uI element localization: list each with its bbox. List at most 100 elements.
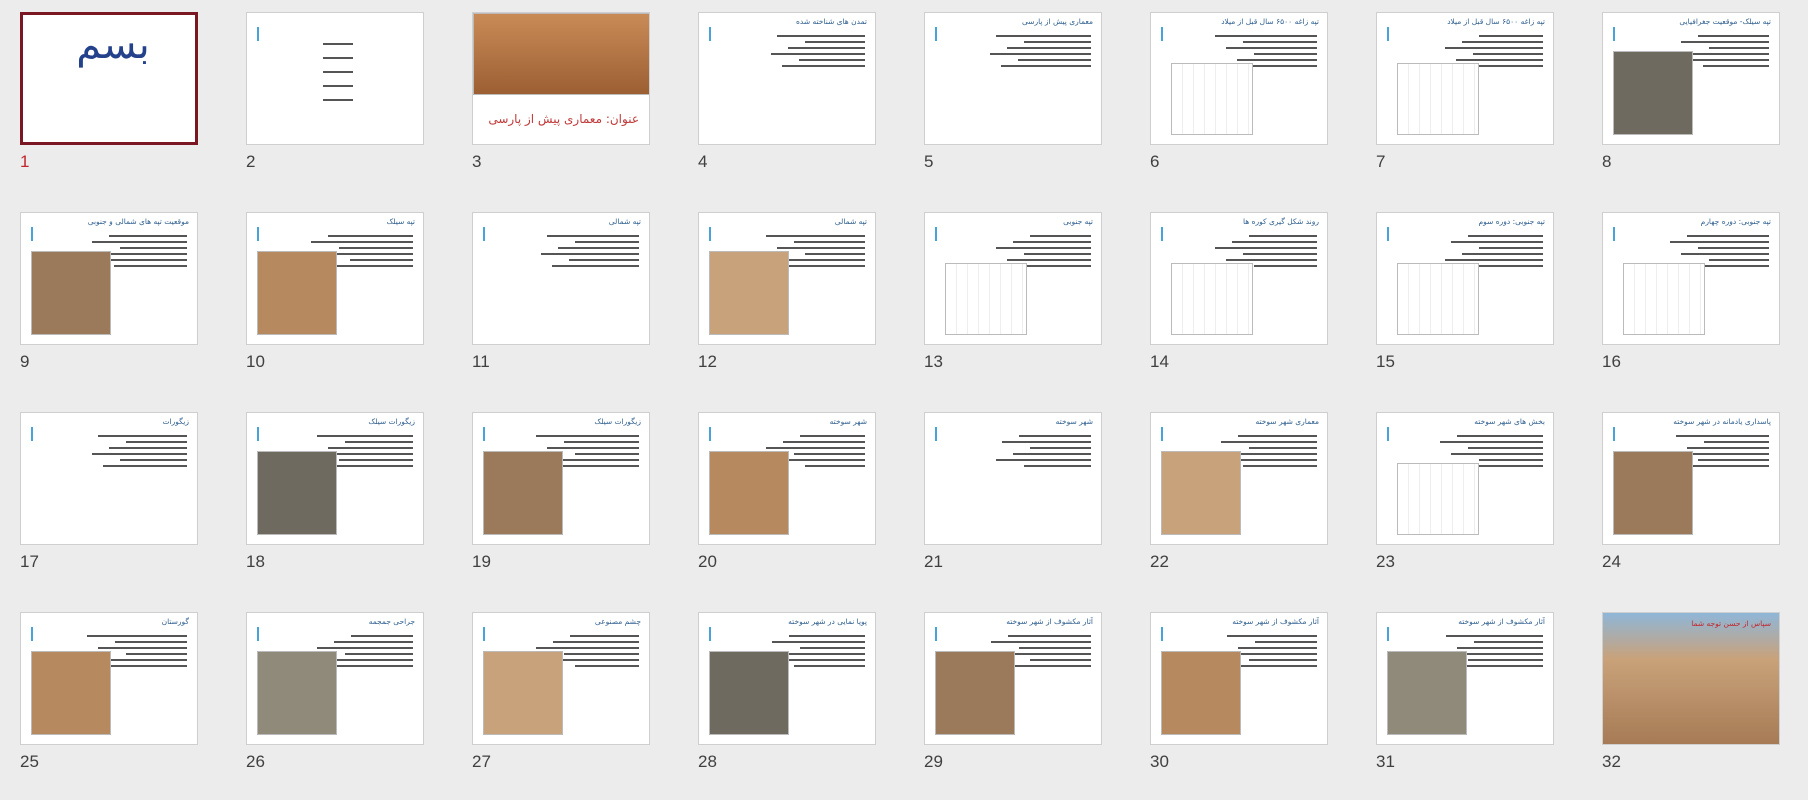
slide-thumbnail-27[interactable]: چشم مصنوعی 27 (452, 600, 672, 800)
slide-thumbnail-22[interactable]: معماری شهر سوخته 22 (1130, 400, 1350, 600)
slide-preview[interactable]: بسم (20, 12, 198, 145)
body-text-lines (1207, 231, 1317, 267)
slide-number: 3 (472, 152, 482, 171)
slide-diagram (1171, 263, 1253, 335)
slide-thumbnail-26[interactable]: جراحی جمجمه 26 (226, 600, 446, 800)
slide-thumbnail-28[interactable]: پویا نمایی در شهر سوخته 28 (678, 600, 898, 800)
slide-preview[interactable]: تپه جنوبی (924, 212, 1102, 345)
slide-thumbnail-3[interactable]: عنوان: معماری پیش از پارسی 3 (452, 0, 672, 200)
slide-title: آثار مکشوف از شهر سوخته (1232, 617, 1319, 626)
slide-number: 29 (924, 752, 943, 771)
body-text-lines (1207, 31, 1317, 67)
slide-title: سپاس از حسن توجه شما (1691, 619, 1771, 628)
slide-number: 23 (1376, 552, 1395, 571)
body-text-lines (1433, 231, 1543, 267)
accent-bar (1161, 627, 1163, 641)
slide-preview[interactable] (246, 12, 424, 145)
slide-number: 14 (1150, 352, 1169, 371)
slide-thumbnail-17[interactable]: زیگورات 17 (0, 400, 220, 600)
slide-preview[interactable]: سپاس از حسن توجه شما (1602, 612, 1780, 745)
slide-preview[interactable]: عنوان: معماری پیش از پارسی (472, 12, 650, 145)
slide-thumbnail-4[interactable]: تمدن های شناخته شده 4 (678, 0, 898, 200)
slide-thumbnail-9[interactable]: موقعیت تپه های شمالی و جنوبی 9 (0, 200, 220, 400)
slide-thumbnail-5[interactable]: معماری پیش از پارسی 5 (904, 0, 1124, 200)
slide-title: تپه شمالی (608, 217, 641, 226)
slide-number: 20 (698, 552, 717, 571)
slide-photo (709, 451, 789, 535)
slide-preview[interactable]: زیگورات (20, 412, 198, 545)
slide-title: زیگورات سیلک (368, 417, 415, 426)
slide-thumbnail-32[interactable]: سپاس از حسن توجه شما 32 (1582, 600, 1802, 800)
slide-thumbnail-31[interactable]: آثار مکشوف از شهر سوخته 31 (1356, 600, 1576, 800)
slide-thumbnail-10[interactable]: تپه سیلک 10 (226, 200, 446, 400)
slide-preview[interactable]: پاسداری یادمانه در شهر سوخته (1602, 412, 1780, 545)
calligraphy-image: بسم (76, 22, 150, 68)
slide-preview[interactable]: زیگورات سیلک (472, 412, 650, 545)
slide-thumbnail-16[interactable]: تپه جنوبی: دوره چهارم 16 (1582, 200, 1802, 400)
slide-thumbnail-25[interactable]: گورستان 25 (0, 600, 220, 800)
slide-photo (483, 451, 563, 535)
accent-bar (1613, 427, 1615, 441)
slide-preview[interactable]: جراحی جمجمه (246, 612, 424, 745)
slide-title: آثار مکشوف از شهر سوخته (1458, 617, 1545, 626)
slide-preview[interactable]: شهر سوخته (698, 412, 876, 545)
slide-title: معماری شهر سوخته (1255, 417, 1319, 426)
slide-preview[interactable]: تپه زاغه ۶۵۰۰ سال قبل از میلاد (1376, 12, 1554, 145)
slide-preview[interactable]: بخش های شهر سوخته (1376, 412, 1554, 545)
slide-thumbnail-7[interactable]: تپه زاغه ۶۵۰۰ سال قبل از میلاد 7 (1356, 0, 1576, 200)
slide-thumbnail-21[interactable]: شهر سوخته 21 (904, 400, 1124, 600)
slide-title: تپه زاغه ۶۵۰۰ سال قبل از میلاد (1221, 17, 1319, 26)
slide-preview[interactable]: تپه سیلک- موقعیت جغرافیایی (1602, 12, 1780, 145)
slide-title: جراحی جمجمه (368, 617, 415, 626)
slide-preview[interactable]: تپه جنوبی: دوره سوم (1376, 212, 1554, 345)
slide-diagram (1623, 263, 1705, 335)
slide-thumbnail-15[interactable]: تپه جنوبی: دوره سوم 15 (1356, 200, 1576, 400)
slide-thumbnail-1[interactable]: بسم 1 (0, 0, 220, 200)
accent-bar (257, 627, 259, 641)
slide-preview[interactable]: گورستان (20, 612, 198, 745)
slide-preview[interactable]: تپه شمالی (698, 212, 876, 345)
slide-title: گورستان (161, 617, 189, 626)
slide-thumbnail-11[interactable]: تپه شمالی 11 (452, 200, 672, 400)
slide-thumbnail-19[interactable]: زیگورات سیلک 19 (452, 400, 672, 600)
slide-preview[interactable]: تپه شمالی (472, 212, 650, 345)
slide-preview[interactable]: تمدن های شناخته شده (698, 12, 876, 145)
slide-title: شهر سوخته (829, 417, 867, 426)
slide-thumbnail-29[interactable]: آثار مکشوف از شهر سوخته 29 (904, 600, 1124, 800)
slide-preview[interactable]: موقعیت تپه های شمالی و جنوبی (20, 212, 198, 345)
slide-thumbnail-12[interactable]: تپه شمالی 12 (678, 200, 898, 400)
accent-bar (483, 627, 485, 641)
slide-preview[interactable]: تپه جنوبی: دوره چهارم (1602, 212, 1780, 345)
body-text-lines (981, 231, 1091, 267)
accent-bar (257, 427, 259, 441)
slide-thumbnail-30[interactable]: آثار مکشوف از شهر سوخته 30 (1130, 600, 1350, 800)
slide-preview[interactable]: تپه زاغه ۶۵۰۰ سال قبل از میلاد (1150, 12, 1328, 145)
slide-title: شهر سوخته (1055, 417, 1093, 426)
slide-title: تپه جنوبی (1063, 217, 1093, 226)
slide-thumbnail-13[interactable]: تپه جنوبی 13 (904, 200, 1124, 400)
body-text-lines (981, 31, 1091, 67)
slide-preview[interactable]: پویا نمایی در شهر سوخته (698, 612, 876, 745)
slide-thumbnail-8[interactable]: تپه سیلک- موقعیت جغرافیایی 8 (1582, 0, 1802, 200)
slide-preview[interactable]: تپه سیلک (246, 212, 424, 345)
slide-preview[interactable]: آثار مکشوف از شهر سوخته (924, 612, 1102, 745)
slide-thumbnail-23[interactable]: بخش های شهر سوخته 23 (1356, 400, 1576, 600)
slide-thumbnail-14[interactable]: روند شکل گیری کوره ها 14 (1130, 200, 1350, 400)
accent-bar (709, 627, 711, 641)
slide-thumbnail-2[interactable]: 2 (226, 0, 446, 200)
slide-thumbnail-20[interactable]: شهر سوخته 20 (678, 400, 898, 600)
slide-preview[interactable]: چشم مصنوعی (472, 612, 650, 745)
slide-preview[interactable]: آثار مکشوف از شهر سوخته (1150, 612, 1328, 745)
slide-number: 30 (1150, 752, 1169, 771)
slide-preview[interactable]: آثار مکشوف از شهر سوخته (1376, 612, 1554, 745)
slide-thumbnail-18[interactable]: زیگورات سیلک 18 (226, 400, 446, 600)
slide-thumbnail-6[interactable]: تپه زاغه ۶۵۰۰ سال قبل از میلاد 6 (1130, 0, 1350, 200)
slide-preview[interactable]: معماری پیش از پارسی (924, 12, 1102, 145)
slide-thumbnail-24[interactable]: پاسداری یادمانه در شهر سوخته 24 (1582, 400, 1802, 600)
slide-preview[interactable]: شهر سوخته (924, 412, 1102, 545)
slide-preview[interactable]: معماری شهر سوخته (1150, 412, 1328, 545)
slide-preview[interactable]: زیگورات سیلک (246, 412, 424, 545)
accent-bar (709, 227, 711, 241)
slide-preview[interactable]: روند شکل گیری کوره ها (1150, 212, 1328, 345)
slide-sorter-grid: بسم 1 2 عنوان: معماری پیش از پارسی 3 تمدن های… (0, 0, 1808, 786)
